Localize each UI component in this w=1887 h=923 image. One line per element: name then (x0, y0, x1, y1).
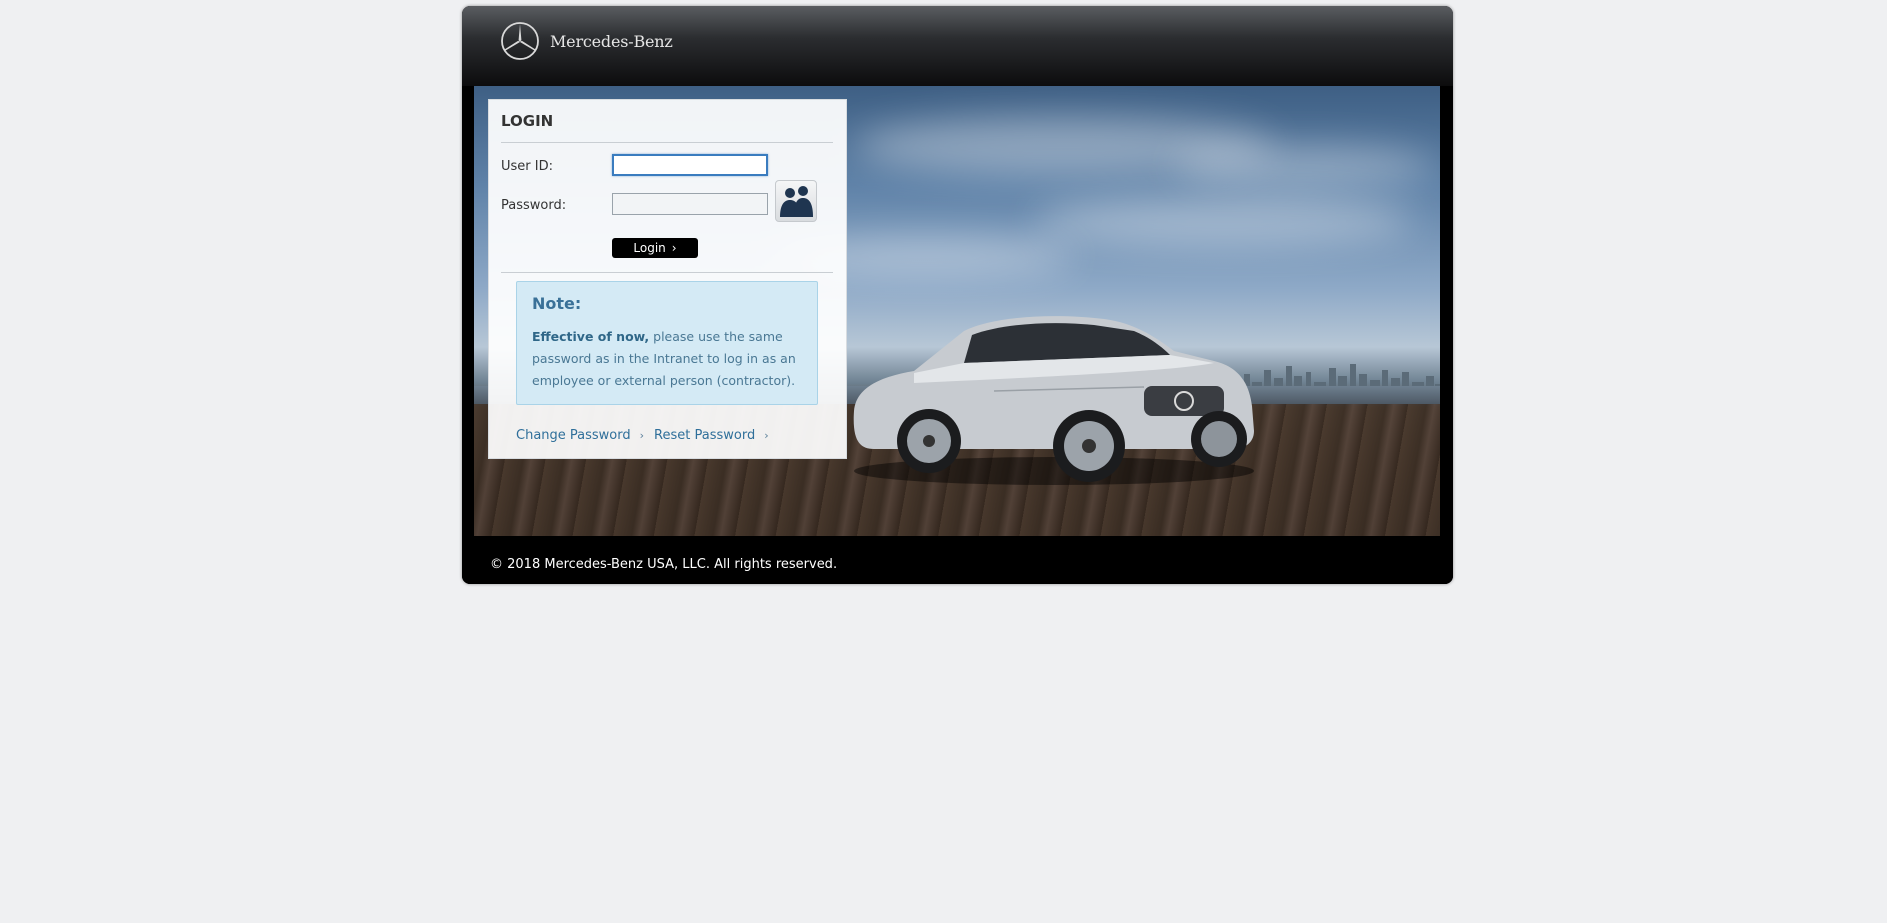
password-links: Change Password › Reset Password › (516, 428, 779, 443)
note-box: Note: Effective of now, please use the s… (516, 281, 818, 405)
divider (501, 272, 833, 273)
note-emphasis: Effective of now, (532, 329, 650, 344)
user-id-label: User ID: (501, 159, 553, 174)
login-button-label: Login (633, 241, 666, 255)
copyright-text: © 2018 Mercedes-Benz USA, LLC. All right… (490, 557, 838, 572)
password-label: Password: (501, 198, 567, 213)
brand-logo[interactable]: Mercedes-Benz (500, 21, 673, 61)
reset-password-link[interactable]: Reset Password (654, 428, 755, 443)
mercedes-star-icon (501, 22, 539, 60)
change-password-link[interactable]: Change Password (516, 428, 631, 443)
brand-name: Mercedes-Benz (550, 31, 673, 51)
note-title: Note: (532, 294, 582, 313)
user-id-input[interactable] (612, 154, 768, 176)
note-text: Effective of now, please use the same pa… (532, 326, 807, 392)
header-bar: Mercedes-Benz (462, 6, 1453, 86)
footer-bar: © 2018 Mercedes-Benz USA, LLC. All right… (462, 536, 1453, 584)
car-image (853, 316, 1254, 485)
divider (501, 142, 833, 143)
login-title: LOGIN (501, 112, 554, 130)
users-icon[interactable] (775, 180, 817, 222)
chevron-right-icon: › (639, 429, 645, 442)
chevron-right-icon: › (671, 241, 677, 255)
hero-image: LOGIN User ID: Password: Login › Note: E… (474, 86, 1440, 536)
password-input[interactable] (612, 193, 768, 215)
chevron-right-icon: › (764, 429, 769, 442)
login-panel: LOGIN User ID: Password: Login › Note: E… (488, 99, 847, 459)
login-button[interactable]: Login › (612, 238, 698, 258)
page-frame: Mercedes-Benz LOGIN User ID: Password: L… (462, 6, 1453, 584)
